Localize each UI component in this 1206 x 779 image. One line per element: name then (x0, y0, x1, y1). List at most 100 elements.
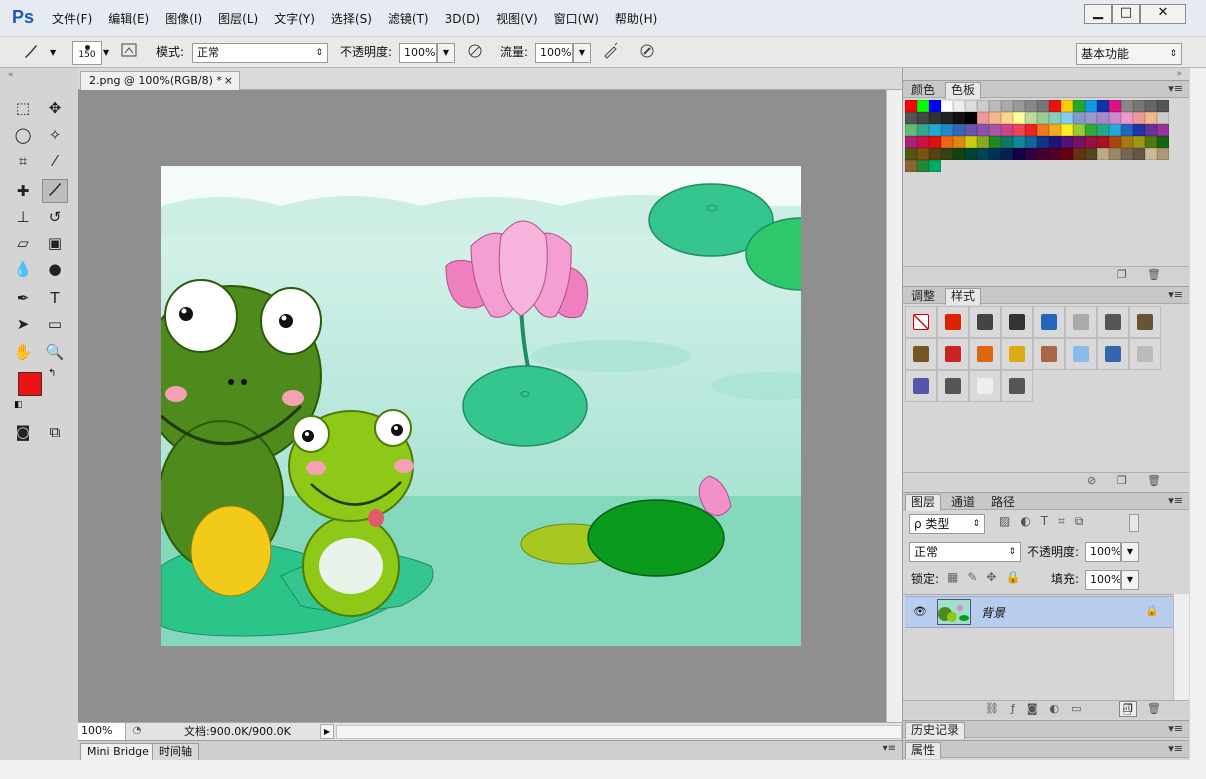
swatch[interactable] (977, 148, 989, 160)
lasso-tool-icon[interactable]: ◯ (10, 123, 36, 147)
swatch[interactable] (941, 136, 953, 148)
layers-scrollbar[interactable] (1173, 594, 1189, 700)
panel-menu-icon[interactable]: ▾≡ (1168, 722, 1183, 735)
swatch[interactable] (941, 148, 953, 160)
menu-image[interactable]: 图像(I) (157, 10, 210, 30)
swatch[interactable] (1157, 100, 1169, 112)
menu-type[interactable]: 文字(Y) (266, 10, 323, 30)
swatch[interactable] (1133, 136, 1145, 148)
default-colors-icon[interactable]: ◧ (14, 400, 23, 410)
close-icon[interactable]: × (224, 72, 233, 89)
swatch[interactable] (1013, 136, 1025, 148)
tab-properties[interactable]: 属性 (905, 742, 942, 759)
swatch[interactable] (989, 112, 1001, 124)
swatch[interactable] (1121, 124, 1133, 136)
swatch[interactable] (1157, 148, 1169, 160)
panel-menu-icon[interactable]: ▾≡ (1168, 288, 1183, 301)
collapse-arrows-icon[interactable]: » (1176, 69, 1182, 79)
swatch[interactable] (1037, 124, 1049, 136)
marquee-tool-icon[interactable]: ⬚ (10, 96, 36, 120)
trash-icon[interactable]: 🗑 (1147, 702, 1161, 715)
flow-field[interactable]: 100% (535, 43, 573, 63)
swatch[interactable] (1061, 124, 1073, 136)
style-preset[interactable] (1129, 338, 1161, 370)
swatch[interactable] (1073, 136, 1085, 148)
swatch[interactable] (977, 136, 989, 148)
swatch[interactable] (1109, 124, 1121, 136)
style-preset[interactable] (1033, 338, 1065, 370)
hand-tool-icon[interactable]: ✋ (10, 340, 36, 364)
swatch[interactable] (1037, 148, 1049, 160)
panel-menu-icon[interactable]: ▾≡ (1168, 742, 1183, 755)
swatch[interactable] (1157, 124, 1169, 136)
swatch[interactable] (989, 100, 1001, 112)
swatch[interactable] (1037, 136, 1049, 148)
swatch[interactable] (917, 100, 929, 112)
layer-filter-icons[interactable]: ▨◐T⌗⧉ (999, 514, 1093, 529)
gradient-tool-icon[interactable]: ▣ (42, 231, 68, 255)
eyedropper-tool-icon[interactable]: ⁄ (42, 149, 68, 173)
layer-blend-mode-select[interactable]: 正常 ⇕ (909, 542, 1021, 562)
swatch[interactable] (1109, 136, 1121, 148)
swatch[interactable] (941, 100, 953, 112)
style-preset[interactable] (969, 338, 1001, 370)
style-preset[interactable] (937, 338, 969, 370)
swatch[interactable] (1073, 112, 1085, 124)
swatch[interactable] (1037, 100, 1049, 112)
menu-edit[interactable]: 编辑(E) (100, 10, 157, 30)
type-tool-icon[interactable]: T (42, 286, 68, 310)
path-selection-tool-icon[interactable]: ➤ (10, 312, 36, 336)
swatch[interactable] (917, 136, 929, 148)
swatch[interactable] (965, 100, 977, 112)
swatch[interactable] (965, 136, 977, 148)
tab-adjustments[interactable]: 调整 (905, 288, 941, 305)
vertical-scrollbar[interactable] (886, 90, 902, 722)
swatch[interactable] (1001, 148, 1013, 160)
swatch[interactable] (929, 160, 941, 172)
brush-panel-toggle-icon[interactable] (118, 41, 140, 63)
swatch[interactable] (941, 124, 953, 136)
info-icon[interactable]: ◔ (130, 725, 144, 738)
swatch[interactable] (929, 100, 941, 112)
tab-paths[interactable]: 路径 (985, 494, 1021, 511)
swatch[interactable] (1097, 100, 1109, 112)
swatch[interactable] (1097, 148, 1109, 160)
eye-icon[interactable]: 👁 (913, 605, 927, 618)
minimize-button[interactable]: ▁ (1084, 4, 1112, 24)
panel-menu-icon[interactable]: ▾≡ (883, 743, 896, 754)
swatch[interactable] (1061, 112, 1073, 124)
swatch[interactable] (1025, 148, 1037, 160)
brush-tool-icon[interactable] (42, 179, 68, 203)
swatch[interactable] (905, 100, 917, 112)
layer-actions-icons[interactable]: ⛓ƒ◙◐▭ (985, 702, 1094, 715)
swatch[interactable] (1145, 100, 1157, 112)
layer-row[interactable]: 👁 背景 🔒 (905, 596, 1173, 628)
brush-size-picker[interactable]: 150 (72, 41, 102, 65)
chevron-down-icon[interactable]: ▼ (50, 48, 56, 57)
panel-menu-icon[interactable]: ▾≡ (1168, 82, 1183, 95)
blur-tool-icon[interactable]: 💧 (10, 257, 36, 281)
style-preset[interactable] (905, 370, 937, 402)
swatch[interactable] (1109, 112, 1121, 124)
swatch[interactable] (1013, 148, 1025, 160)
swatch[interactable] (953, 124, 965, 136)
menu-help[interactable]: 帮助(H) (607, 10, 665, 30)
pressure-opacity-icon[interactable] (464, 41, 486, 63)
airbrush-icon[interactable] (600, 41, 622, 63)
swatch[interactable] (977, 112, 989, 124)
foreground-color-swatch[interactable] (18, 372, 42, 396)
quick-mask-icon[interactable]: ◙ (10, 420, 36, 444)
close-window-button[interactable]: ✕ (1140, 4, 1186, 24)
swatch[interactable] (1001, 136, 1013, 148)
swatch[interactable] (965, 124, 977, 136)
panel-menu-icon[interactable]: ▾≡ (1168, 494, 1183, 507)
screen-mode-icon[interactable]: ⧉ (42, 420, 68, 444)
swatch[interactable] (1049, 136, 1061, 148)
swatch[interactable] (1085, 136, 1097, 148)
tab-swatches[interactable]: 色板 (945, 82, 982, 99)
swap-colors-icon[interactable]: ↰ (48, 368, 56, 379)
chevron-down-icon[interactable]: ▼ (103, 48, 109, 57)
layer-opacity-field[interactable]: 100% (1085, 542, 1121, 562)
swatch[interactable] (1013, 112, 1025, 124)
tab-layers[interactable]: 图层 (905, 494, 942, 511)
